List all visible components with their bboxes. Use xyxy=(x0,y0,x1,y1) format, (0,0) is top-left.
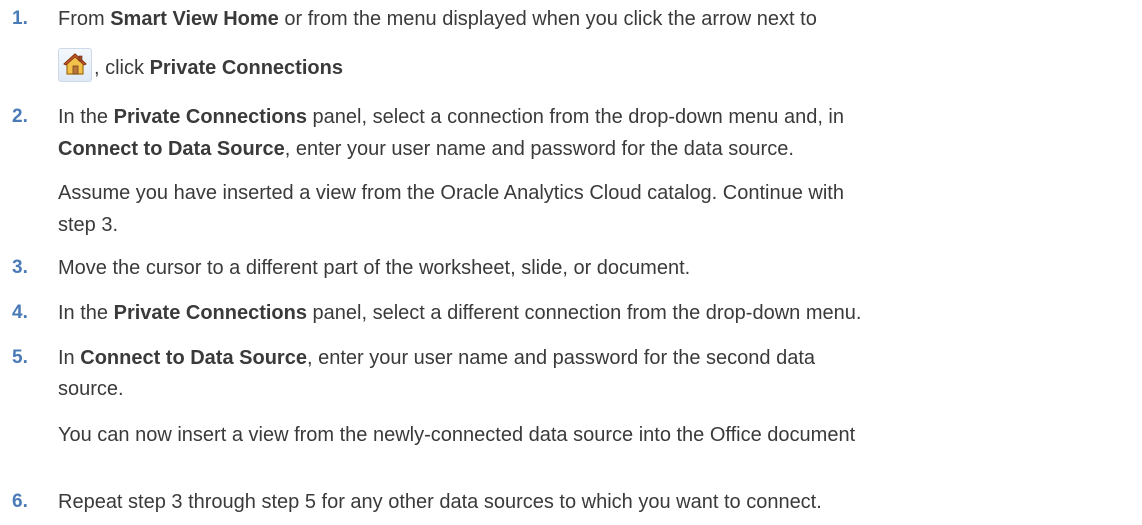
step-number: 5. xyxy=(12,347,28,368)
step-text-line: , click Private Connections xyxy=(58,48,343,85)
step-note-line: step 3. xyxy=(58,214,119,236)
step-text-line: In the Private Connections panel, select… xyxy=(58,106,844,128)
step-text-line: Repeat step 3 through step 5 for any oth… xyxy=(58,491,822,513)
step-number: 1. xyxy=(12,8,28,29)
step-number: 3. xyxy=(12,257,28,278)
step-number: 2. xyxy=(12,106,28,127)
step-text-line: Connect to Data Source, enter your user … xyxy=(58,138,794,160)
ui-term: Connect to Data Source xyxy=(80,347,307,369)
step-text-line: In Connect to Data Source, enter your us… xyxy=(58,347,816,369)
ui-term: Private Connections xyxy=(113,302,307,324)
step-text-line: From Smart View Home or from the menu di… xyxy=(58,8,817,30)
ui-term: Connect to Data Source xyxy=(58,138,285,160)
home-icon xyxy=(58,48,92,82)
step-text-line: In the Private Connections panel, select… xyxy=(58,302,862,324)
ui-term: Private Connections xyxy=(113,106,307,128)
step-number: 4. xyxy=(12,302,28,323)
step-number: 6. xyxy=(12,491,28,512)
ui-term: Smart View Home xyxy=(110,8,279,30)
procedure-steps: 1. From Smart View Home or from the menu… xyxy=(0,0,1142,525)
step-text-line: Move the cursor to a different part of t… xyxy=(58,257,691,279)
step-text-line: source. xyxy=(58,378,124,400)
step-note-line: Assume you have inserted a view from the… xyxy=(58,182,844,204)
ui-term: Private Connections xyxy=(149,57,343,79)
step-note-line: You can now insert a view from the newly… xyxy=(58,424,856,446)
